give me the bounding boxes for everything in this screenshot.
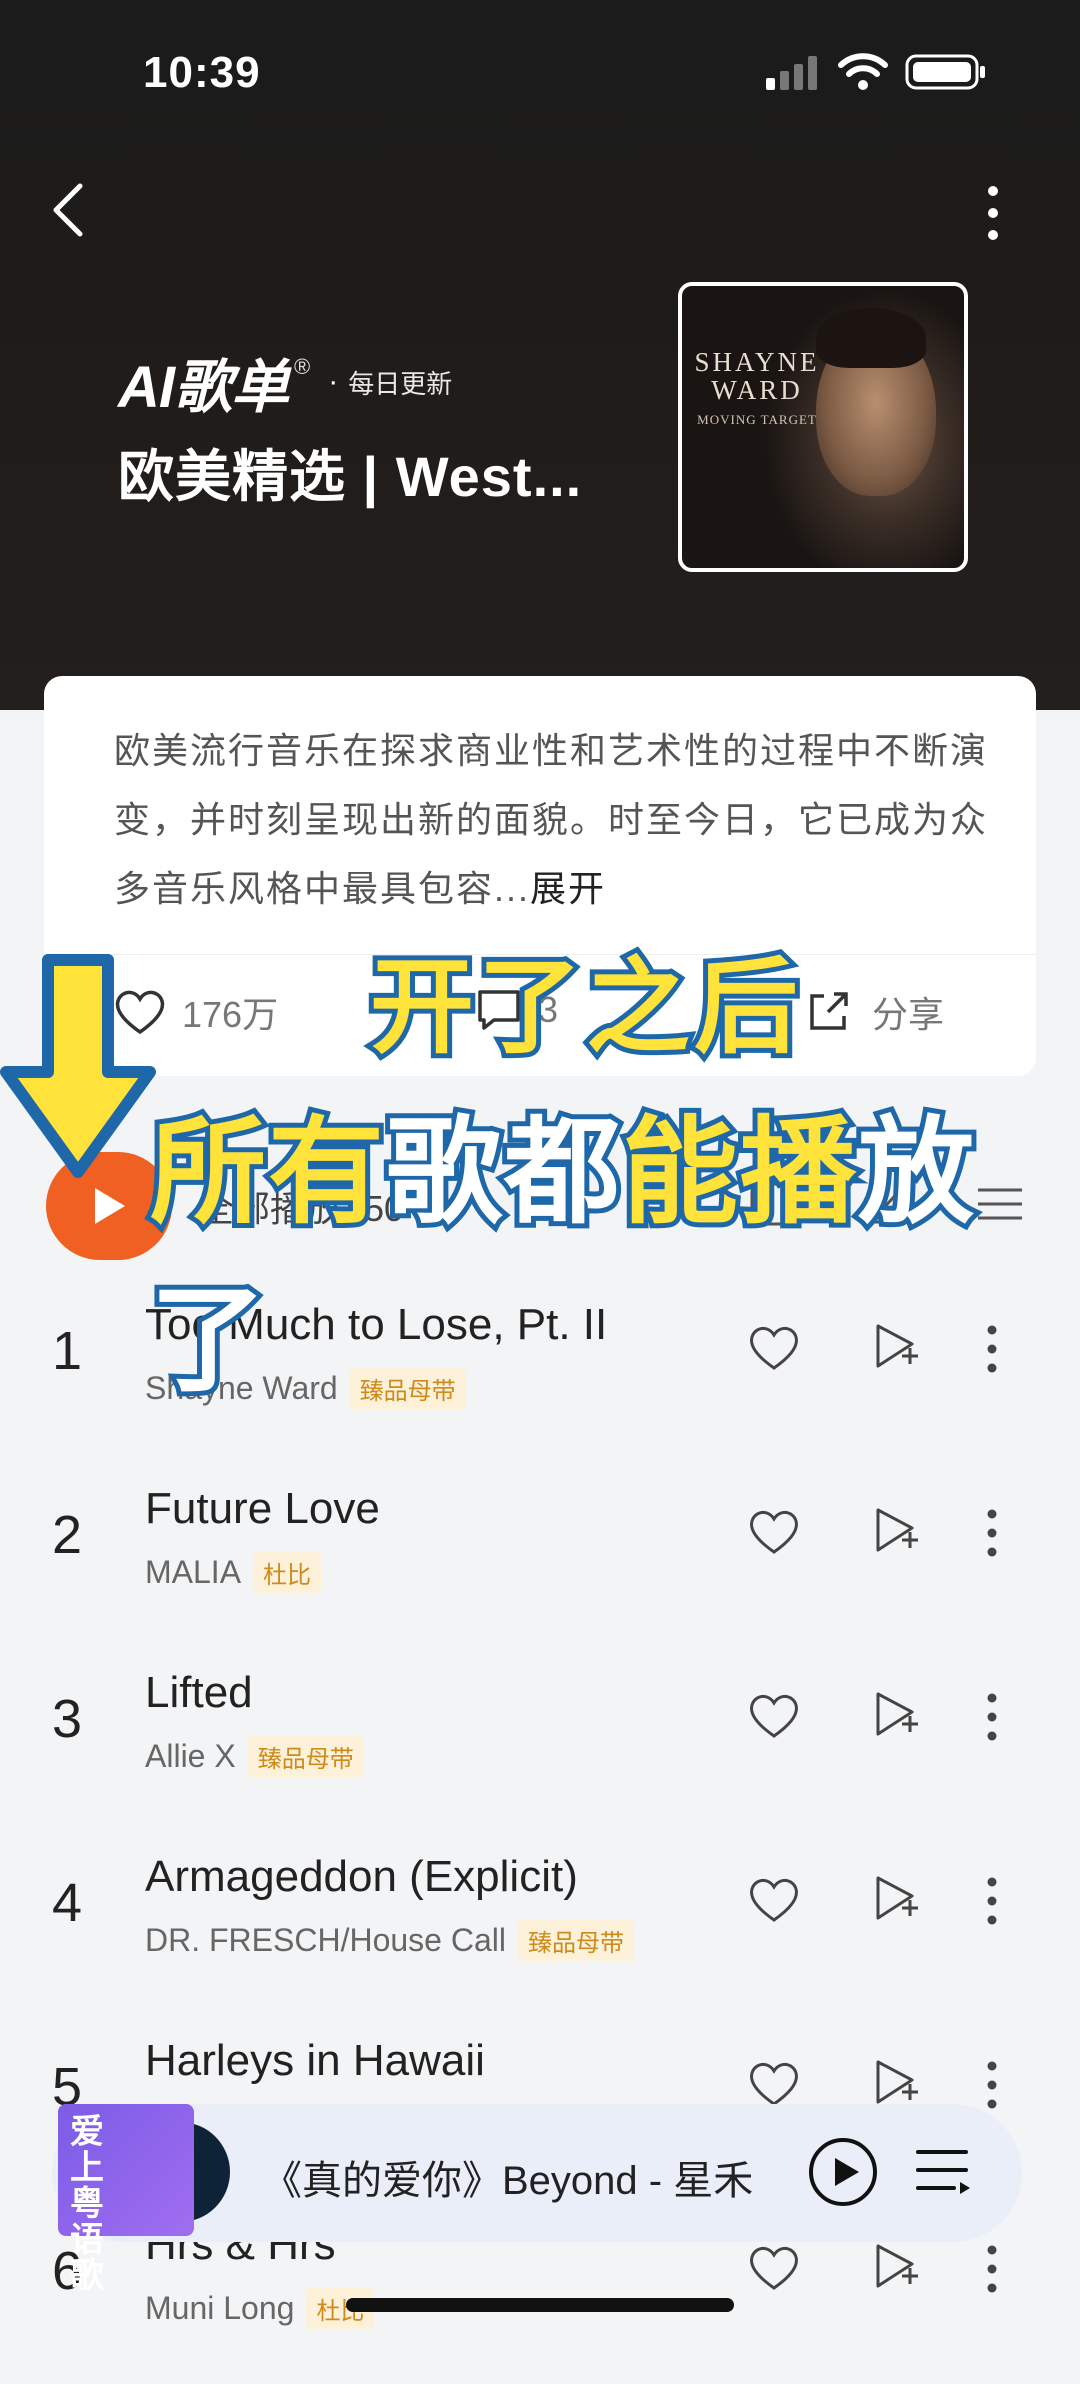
song-row[interactable]: 3 Lifted Allie X 臻品母带 bbox=[0, 1648, 1080, 1832]
more-options-icon[interactable] bbox=[985, 2244, 999, 2294]
more-options-icon[interactable] bbox=[985, 1692, 999, 1742]
cover-portrait-hair bbox=[816, 308, 926, 368]
song-artist: MALIA bbox=[145, 1554, 242, 1590]
playlist-description[interactable]: 欧美流行音乐在探求商业性和艺术性的过程中不断演变，并时刻呈现出新的面貌。时至今日… bbox=[114, 716, 994, 923]
artwork-text: 爱上粤语歌 bbox=[70, 2113, 104, 2295]
cover-album-text: MOVING TARGET bbox=[697, 412, 817, 427]
back-arrow-icon[interactable] bbox=[48, 180, 88, 240]
quality-tag: 臻品母带 bbox=[517, 1920, 634, 1961]
registered-mark: ® bbox=[294, 354, 311, 379]
quality-tag: 杜比 bbox=[253, 1552, 322, 1593]
separator-dot: · bbox=[328, 365, 339, 398]
home-indicator bbox=[346, 2298, 734, 2312]
heart-icon[interactable] bbox=[748, 1508, 800, 1556]
song-meta: Muni Long 杜比 bbox=[145, 2288, 375, 2329]
caption-part: 能播 bbox=[617, 1102, 861, 1242]
playlist-header: 10:39 AI歌单 ® · 每日更新 欧美精选 | West... SHAYN… bbox=[0, 0, 1080, 710]
playlist-title: 欧美精选 | West... bbox=[118, 445, 583, 508]
heart-icon[interactable] bbox=[748, 2060, 800, 2108]
song-index: 2 bbox=[52, 1505, 83, 1565]
song-index: 4 bbox=[52, 1873, 83, 1933]
now-playing-artwork[interactable]: 爱上粤语歌 bbox=[58, 2104, 194, 2294]
mini-player[interactable]: 爱上粤语歌 《真的爱你》Beyond - 星禾 bbox=[52, 2104, 1022, 2294]
like-count: 176万 bbox=[182, 994, 279, 1035]
playlist-cover[interactable]: SHAYNE WARD MOVING TARGET bbox=[678, 282, 968, 572]
cellular-signal-icon bbox=[766, 56, 817, 90]
status-time: 10:39 bbox=[143, 48, 261, 97]
song-index: 3 bbox=[52, 1689, 83, 1749]
add-to-playlist-icon[interactable] bbox=[872, 1506, 922, 1558]
ai-playlist-badge: AI歌单 ® · 每日更新 bbox=[118, 340, 452, 424]
song-title: Harleys in Hawaii bbox=[145, 2036, 485, 2085]
quality-tag: 臻品母带 bbox=[247, 1736, 364, 1777]
song-meta: MALIA 杜比 bbox=[145, 1552, 322, 1593]
share-button[interactable]: 分享 bbox=[804, 986, 944, 1038]
song-meta: Allie X 臻品母带 bbox=[145, 1736, 364, 1777]
share-icon bbox=[810, 992, 848, 1030]
daily-update-label: 每日更新 bbox=[348, 368, 453, 399]
more-options-icon[interactable] bbox=[985, 185, 1001, 241]
heart-icon[interactable] bbox=[748, 1876, 800, 1924]
battery-icon bbox=[905, 54, 985, 90]
expand-link[interactable]: 展开 bbox=[530, 868, 606, 909]
play-pause-icon[interactable] bbox=[807, 2136, 879, 2208]
play-icon bbox=[95, 1188, 125, 1224]
song-meta: DR. FRESCH/House Call 臻品母带 bbox=[145, 1920, 634, 1961]
song-artist: Allie X bbox=[145, 1738, 236, 1774]
song-title: Lifted bbox=[145, 1668, 253, 1717]
heart-icon[interactable] bbox=[748, 1692, 800, 1740]
add-to-playlist-icon[interactable] bbox=[872, 2242, 922, 2294]
down-arrow-icon bbox=[0, 954, 156, 1178]
caption-part: 歌都 bbox=[381, 1102, 625, 1242]
heart-icon[interactable] bbox=[748, 2244, 800, 2292]
song-title: Armageddon (Explicit) bbox=[145, 1852, 578, 1901]
playlist-queue-icon[interactable] bbox=[914, 2144, 974, 2200]
more-options-icon[interactable] bbox=[985, 1508, 999, 1558]
more-options-icon[interactable] bbox=[985, 2060, 999, 2110]
add-to-playlist-icon[interactable] bbox=[872, 1874, 922, 1926]
add-to-playlist-icon[interactable] bbox=[872, 2058, 922, 2110]
wifi-icon bbox=[838, 53, 888, 90]
song-title: Future Love bbox=[145, 1484, 380, 1533]
cover-artist-text: SHAYNE WARD bbox=[694, 347, 820, 405]
caption-line-2: 所有歌都能播放了 bbox=[145, 1078, 1080, 1414]
now-playing-title[interactable]: 《真的爱你》Beyond - 星禾 bbox=[262, 2148, 753, 2206]
more-options-icon[interactable] bbox=[985, 1876, 999, 1926]
song-artist: DR. FRESCH/House Call bbox=[145, 1922, 506, 1958]
status-bar: 10:39 bbox=[0, 40, 1080, 110]
add-to-playlist-icon[interactable] bbox=[872, 1690, 922, 1742]
ai-playlist-logo: AI歌单 bbox=[118, 355, 289, 420]
song-row[interactable]: 4 Armageddon (Explicit) DR. FRESCH/House… bbox=[0, 1832, 1080, 2016]
share-label: 分享 bbox=[872, 994, 945, 1035]
song-artist: Muni Long bbox=[145, 2290, 295, 2326]
song-index: 1 bbox=[52, 1321, 83, 1381]
caption-line-1: 开了之后 bbox=[365, 945, 803, 1071]
song-row[interactable]: 2 Future Love MALIA 杜比 bbox=[0, 1464, 1080, 1648]
caption-part: 所有 bbox=[145, 1102, 389, 1242]
